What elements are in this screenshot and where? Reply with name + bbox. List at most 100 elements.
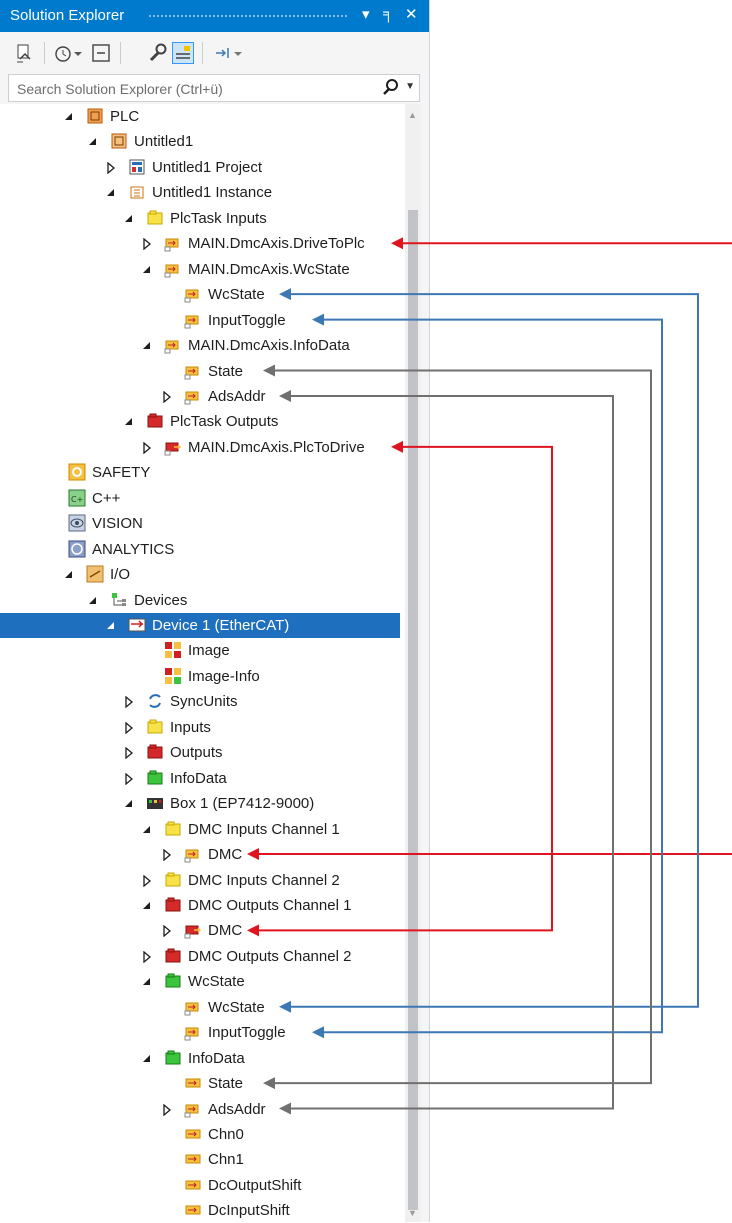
expanded-arrow-icon[interactable] xyxy=(142,1052,152,1064)
collapsed-arrow-icon[interactable] xyxy=(162,848,172,862)
collapsed-arrow-icon[interactable] xyxy=(142,950,152,964)
collapsed-arrow-icon[interactable] xyxy=(162,1103,172,1116)
tree-node[interactable]: InfoData xyxy=(0,1046,400,1071)
tree-node[interactable]: MAIN.DmcAxis.PlcToDrive xyxy=(0,435,400,460)
cpp-icon: C+ xyxy=(68,489,86,507)
sync-units-icon xyxy=(146,692,164,710)
linked-input-var-icon xyxy=(184,387,202,405)
tree-node[interactable]: PlcTask Outputs xyxy=(0,409,400,434)
preview-icon[interactable] xyxy=(212,42,234,64)
image-icon xyxy=(164,641,182,659)
tree-node[interactable]: InfoData xyxy=(0,766,400,791)
tree-node[interactable]: DMC Inputs Channel 1 xyxy=(0,817,400,842)
tree-node[interactable]: SyncUnits xyxy=(0,689,400,714)
tree-node[interactable]: Devices xyxy=(0,588,400,613)
tree-node[interactable]: WcState xyxy=(0,969,400,994)
expanded-arrow-icon[interactable] xyxy=(142,263,152,275)
collapsed-arrow-icon[interactable] xyxy=(124,695,134,709)
tree-node[interactable]: WcState xyxy=(0,282,400,307)
collapsed-arrow-icon[interactable] xyxy=(142,237,152,251)
expanded-arrow-icon[interactable] xyxy=(106,619,116,631)
expanded-arrow-icon[interactable] xyxy=(142,339,152,351)
expanded-arrow-icon[interactable] xyxy=(64,110,74,122)
search-options-dropdown-icon[interactable]: ▼ xyxy=(405,81,415,92)
pending-changes-icon[interactable] xyxy=(52,42,74,64)
properties-icon[interactable] xyxy=(146,42,168,64)
tree-node[interactable]: I/O xyxy=(0,562,400,587)
tree-node[interactable]: DcOutputShift xyxy=(0,1173,400,1198)
tree-node[interactable]: Image xyxy=(0,638,400,663)
expanded-arrow-icon[interactable] xyxy=(142,899,152,911)
drag-grip[interactable] xyxy=(148,14,349,19)
tree-node[interactable]: Inputs xyxy=(0,715,400,740)
input-folder-icon xyxy=(164,820,182,838)
tree-node[interactable]: Box 1 (EP7412-9000) xyxy=(0,791,400,816)
tree-node[interactable]: WcState xyxy=(0,995,400,1020)
tree-node[interactable]: Outputs xyxy=(0,740,400,765)
collapsed-arrow-icon[interactable] xyxy=(124,721,134,735)
tree-node[interactable]: SAFETY xyxy=(0,460,400,485)
tree-node[interactable]: Image-Info xyxy=(0,664,400,689)
expanded-arrow-icon[interactable] xyxy=(64,568,74,580)
collapsed-arrow-icon[interactable] xyxy=(142,874,152,887)
expanded-arrow-icon[interactable] xyxy=(142,823,152,835)
plc-project-icon xyxy=(110,132,128,150)
tree-node[interactable]: MAIN.DmcAxis.InfoData xyxy=(0,333,400,358)
tree-node[interactable]: DMC xyxy=(0,918,400,943)
tree-node[interactable]: C+ C++ xyxy=(0,486,400,511)
tree-node[interactable]: DMC Inputs Channel 2 xyxy=(0,868,400,893)
vertical-scrollbar[interactable]: ▲ ▼ xyxy=(405,104,421,1222)
close-icon[interactable]: ✕ xyxy=(405,5,418,23)
tree-node[interactable]: InputToggle xyxy=(0,308,400,333)
tree-node[interactable]: InputToggle xyxy=(0,1020,400,1045)
collapsed-arrow-icon[interactable] xyxy=(106,161,116,175)
preview-dropdown-icon[interactable] xyxy=(232,42,244,64)
collapsed-arrow-icon[interactable] xyxy=(124,746,134,760)
tree-node[interactable]: DMC Outputs Channel 2 xyxy=(0,944,400,969)
expanded-arrow-icon[interactable] xyxy=(124,212,134,224)
expanded-arrow-icon[interactable] xyxy=(124,415,134,427)
search-box[interactable]: ▼ xyxy=(8,74,420,102)
tree-node[interactable]: DMC Outputs Channel 1 xyxy=(0,893,400,918)
tree-node[interactable]: VISION xyxy=(0,511,400,536)
scrollbar-thumb[interactable] xyxy=(408,210,418,1210)
tree-node[interactable]: MAIN.DmcAxis.DriveToPlc xyxy=(0,231,400,256)
expanded-arrow-icon[interactable] xyxy=(88,135,98,147)
search-icon[interactable] xyxy=(383,78,399,101)
collapsed-arrow-icon[interactable] xyxy=(162,390,172,404)
tree-node[interactable]: PLC xyxy=(0,104,400,129)
tree-node[interactable]: DMC xyxy=(0,842,400,867)
tree-node[interactable]: AdsAddr xyxy=(0,1097,400,1122)
tree-node[interactable]: Untitled1 xyxy=(0,129,400,154)
tree-node[interactable]: State xyxy=(0,359,400,384)
window-position-dropdown-icon[interactable]: ▾ xyxy=(362,5,370,23)
tree-node[interactable]: State xyxy=(0,1071,400,1096)
tree-node[interactable]: Chn1 xyxy=(0,1147,400,1172)
expanded-arrow-icon[interactable] xyxy=(142,975,152,987)
title-bar: Solution Explorer ▾ ╕ ✕ xyxy=(0,0,429,32)
auto-hide-pin-icon[interactable]: ╕ xyxy=(383,5,394,22)
tree-node[interactable]: MAIN.DmcAxis.WcState xyxy=(0,257,400,282)
tree-node[interactable]: Device 1 (EtherCAT) xyxy=(0,613,400,638)
collapsed-arrow-icon[interactable] xyxy=(142,441,152,455)
tree-node[interactable]: DcInputShift xyxy=(0,1198,400,1223)
pending-changes-dropdown-icon[interactable] xyxy=(72,42,84,64)
scroll-down-icon[interactable]: ▼ xyxy=(408,1208,417,1218)
show-all-files-icon[interactable] xyxy=(172,42,194,64)
tree-node[interactable]: ANALYTICS xyxy=(0,537,400,562)
collapsed-arrow-icon[interactable] xyxy=(124,772,134,786)
tree-node[interactable]: Chn0 xyxy=(0,1122,400,1147)
expanded-arrow-icon[interactable] xyxy=(88,594,98,606)
tree-node[interactable]: PlcTask Inputs xyxy=(0,206,400,231)
scroll-up-icon[interactable]: ▲ xyxy=(408,110,417,120)
collapsed-arrow-icon[interactable] xyxy=(162,924,172,938)
expanded-arrow-icon[interactable] xyxy=(106,186,116,198)
expanded-arrow-icon[interactable] xyxy=(124,797,134,809)
search-input[interactable] xyxy=(15,78,379,100)
tree-node[interactable]: Untitled1 Instance xyxy=(0,180,400,205)
sync-with-document-icon[interactable] xyxy=(14,42,36,64)
analytics-icon xyxy=(68,540,86,558)
collapse-all-icon[interactable] xyxy=(90,42,112,64)
tree-node[interactable]: AdsAddr xyxy=(0,384,400,409)
tree-node[interactable]: Untitled1 Project xyxy=(0,155,400,180)
